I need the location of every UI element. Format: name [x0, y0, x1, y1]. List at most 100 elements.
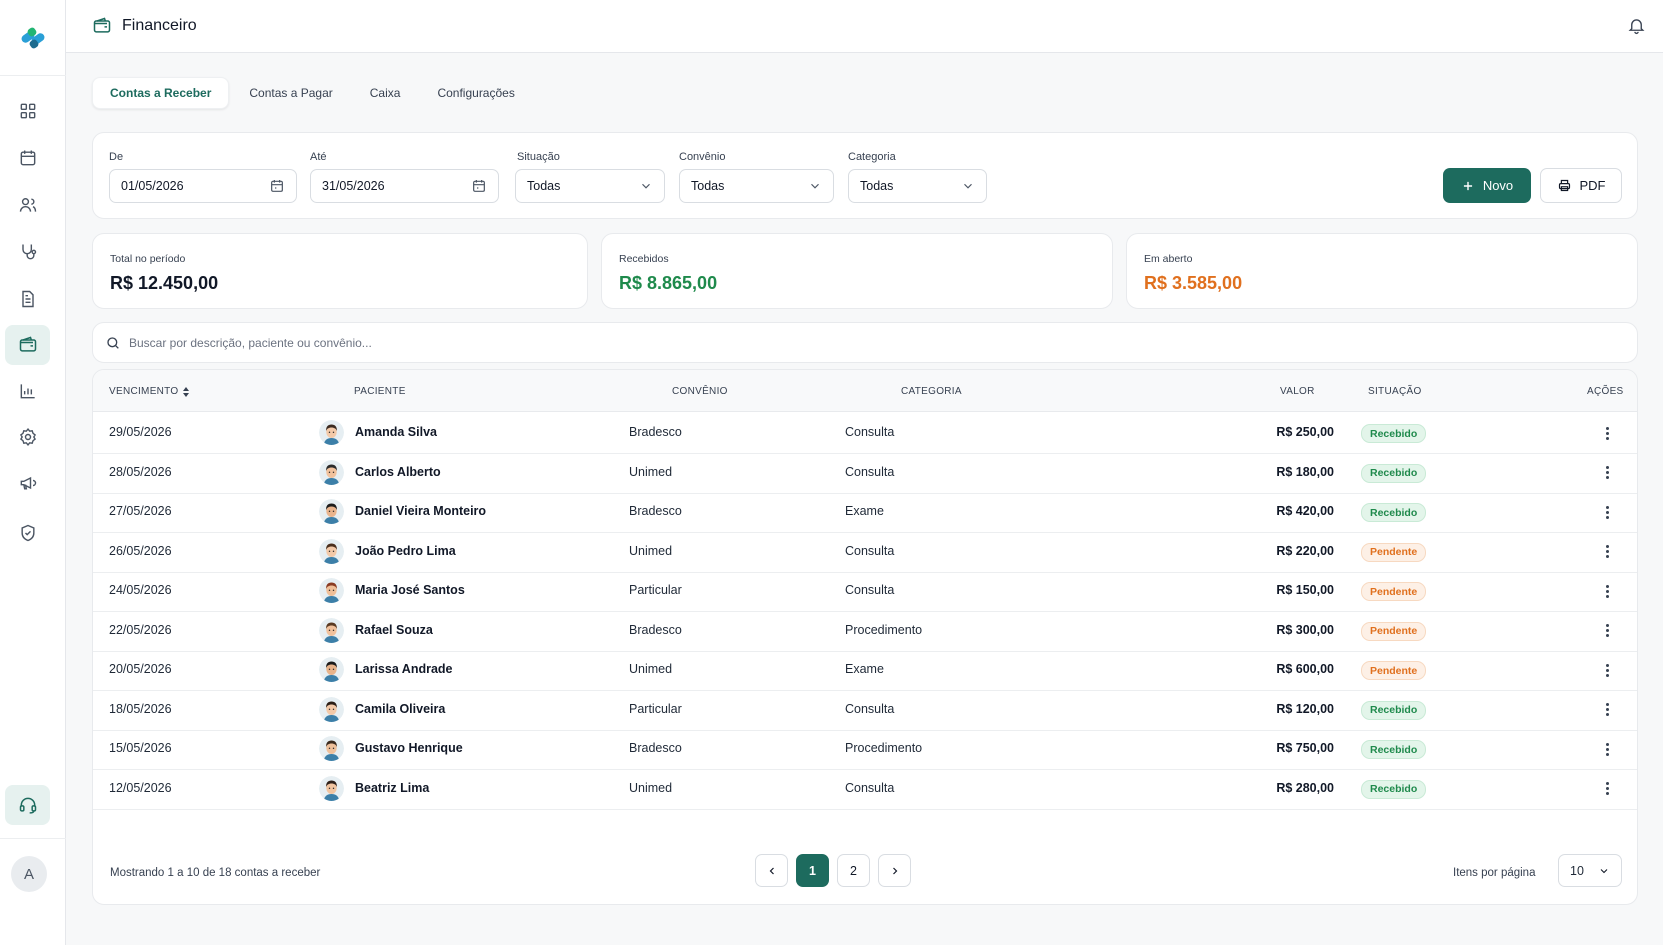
cell-convenio: Bradesco — [629, 741, 682, 755]
megaphone-icon — [20, 476, 36, 490]
row-actions-menu[interactable] — [1598, 660, 1616, 680]
chevron-down-icon — [811, 183, 819, 189]
cell-paciente: Gustavo Henrique — [355, 741, 463, 755]
row-actions-menu[interactable] — [1598, 621, 1616, 641]
nav-agenda[interactable] — [5, 138, 50, 178]
page-title: Financeiro — [122, 17, 197, 34]
table-header: VENCIMENTO PACIENTE CONVÊNIO CATEGORIA V… — [93, 370, 1637, 412]
row-actions-menu[interactable] — [1598, 581, 1616, 601]
row-actions-menu[interactable] — [1598, 779, 1616, 799]
next-page-button[interactable] — [878, 854, 911, 887]
convenio-select[interactable]: Todas — [679, 169, 834, 203]
row-actions-menu[interactable] — [1598, 502, 1616, 522]
nav-clinical[interactable] — [5, 232, 50, 272]
table-row[interactable]: 26/05/2026 João Pedro Lima Unimed Consulta R… — [93, 531, 1637, 573]
th-categoria: CATEGORIA — [901, 386, 962, 397]
prev-page-button[interactable] — [755, 854, 788, 887]
table-row[interactable]: 18/05/2026 Camila Oliveira Particular Consu… — [93, 689, 1637, 731]
nav-dashboard[interactable] — [5, 91, 50, 131]
row-actions-menu[interactable] — [1598, 423, 1616, 443]
de-date-field[interactable]: 01/05/2026 — [109, 169, 297, 203]
patient-avatar — [319, 617, 344, 643]
tab-contas-a-pagar[interactable]: Contas a Pagar — [232, 77, 349, 109]
cell-vencimento: 29/05/2026 — [109, 425, 172, 439]
cell-convenio: Unimed — [629, 464, 673, 479]
nav-financeiro[interactable] — [5, 325, 50, 365]
gear-icon — [19, 427, 36, 447]
cell-valor: R$ 120,00 — [1276, 701, 1334, 716]
avatar-illustration — [319, 657, 344, 682]
avatar-illustration — [319, 538, 344, 564]
th-vencimento[interactable]: VENCIMENTO — [109, 386, 190, 397]
patient-avatar — [319, 420, 344, 445]
calendar-icon[interactable] — [269, 178, 285, 194]
pagination: 1 2 — [755, 854, 911, 887]
table-row[interactable]: 22/05/2026 Rafael Souza Bradesco Procedimen… — [93, 610, 1637, 652]
nav-patients[interactable] — [5, 185, 50, 225]
search-input[interactable]: Buscar por descrição, paciente ou convên… — [129, 336, 372, 350]
status-badge: Recebido — [1361, 463, 1427, 483]
cell-valor: R$ 280,00 — [1276, 780, 1334, 795]
search-icon — [107, 336, 119, 349]
row-actions-menu[interactable] — [1598, 463, 1616, 483]
cell-categoria: Consulta — [845, 583, 895, 597]
shield-check-icon — [20, 524, 35, 542]
page-1-button[interactable]: 1 — [796, 854, 829, 887]
nav-settings[interactable] — [5, 417, 50, 457]
pdf-button[interactable]: PDF — [1540, 168, 1622, 203]
cell-vencimento: 26/05/2026 — [109, 543, 172, 558]
table-row[interactable]: 15/05/2026 Gustavo Henrique Bradesco Proced… — [93, 728, 1637, 770]
nav-support[interactable] — [5, 785, 50, 825]
table-row[interactable]: 20/05/2026 Larissa Andrade Unimed Exame R$ 6… — [93, 649, 1637, 691]
cell-convenio: Unimed — [629, 662, 673, 676]
nav-reports[interactable] — [5, 371, 50, 411]
per-page-select[interactable]: 10 — [1558, 854, 1622, 887]
cell-vencimento: 28/05/2026 — [109, 464, 172, 479]
avatar-illustration — [319, 420, 344, 445]
tabs: Contas a Receber Contas a Pagar Caixa Co… — [92, 77, 535, 109]
nav-marketing[interactable] — [5, 463, 50, 503]
plus-icon — [1463, 181, 1472, 190]
page-2-button[interactable]: 2 — [837, 854, 870, 887]
cell-valor: R$ 250,00 — [1276, 425, 1334, 439]
de-date-value: 01/05/2026 — [121, 179, 184, 193]
cell-vencimento: 20/05/2026 — [109, 662, 172, 676]
cell-vencimento: 22/05/2026 — [109, 622, 172, 637]
tab-caixa[interactable]: Caixa — [353, 77, 418, 109]
bell-icon[interactable] — [1627, 16, 1646, 35]
table-row[interactable]: 24/05/2026 Maria José Santos Particular Con… — [93, 570, 1637, 612]
user-avatar[interactable]: A — [11, 856, 47, 892]
table-row[interactable]: 29/05/2026 Amanda Silva Bradesco Consulta R$… — [93, 412, 1637, 454]
situacao-select[interactable]: Todas — [515, 169, 665, 203]
row-actions-menu[interactable] — [1598, 739, 1616, 759]
categoria-label: Categoria — [848, 151, 896, 163]
row-actions-menu[interactable] — [1598, 700, 1616, 720]
cell-paciente: Larissa Andrade — [355, 662, 453, 676]
search-bar[interactable]: Buscar por descrição, paciente ou convên… — [92, 322, 1638, 363]
categoria-select[interactable]: Todas — [848, 169, 987, 203]
status-badge: Pendente — [1361, 542, 1427, 562]
cell-vencimento: 18/05/2026 — [109, 701, 172, 716]
calendar-icon[interactable] — [471, 178, 487, 194]
table-row[interactable]: 12/05/2026 Beatriz Lima Unimed Consulta R$ 2… — [93, 768, 1637, 810]
app-logo[interactable] — [0, 0, 66, 76]
tab-configuracoes[interactable]: Configurações — [420, 77, 531, 109]
th-paciente: PACIENTE — [354, 386, 406, 397]
nav-documents[interactable] — [5, 279, 50, 319]
chevron-down-icon — [964, 183, 972, 189]
tab-contas-a-receber[interactable]: Contas a Receber — [92, 77, 230, 109]
nav-security[interactable] — [5, 513, 50, 553]
cell-valor: R$ 420,00 — [1276, 504, 1334, 518]
per-page-label: Itens por página — [1453, 867, 1536, 879]
ate-date-field[interactable]: 31/05/2026 — [310, 169, 499, 203]
cell-paciente: Camila Oliveira — [355, 701, 446, 716]
novo-button[interactable]: Novo — [1443, 168, 1531, 203]
table-row[interactable]: 28/05/2026 Carlos Alberto Unimed Consulta R$… — [93, 452, 1637, 494]
sort-icon[interactable] — [182, 386, 190, 397]
row-actions-menu[interactable] — [1598, 542, 1616, 562]
patient-avatar — [319, 459, 344, 485]
cell-vencimento: 24/05/2026 — [109, 583, 172, 597]
chevron-right-icon — [892, 867, 897, 874]
patient-avatar — [319, 499, 344, 524]
table-row[interactable]: 27/05/2026 Daniel Vieira Monteiro Bradesco… — [93, 491, 1637, 533]
